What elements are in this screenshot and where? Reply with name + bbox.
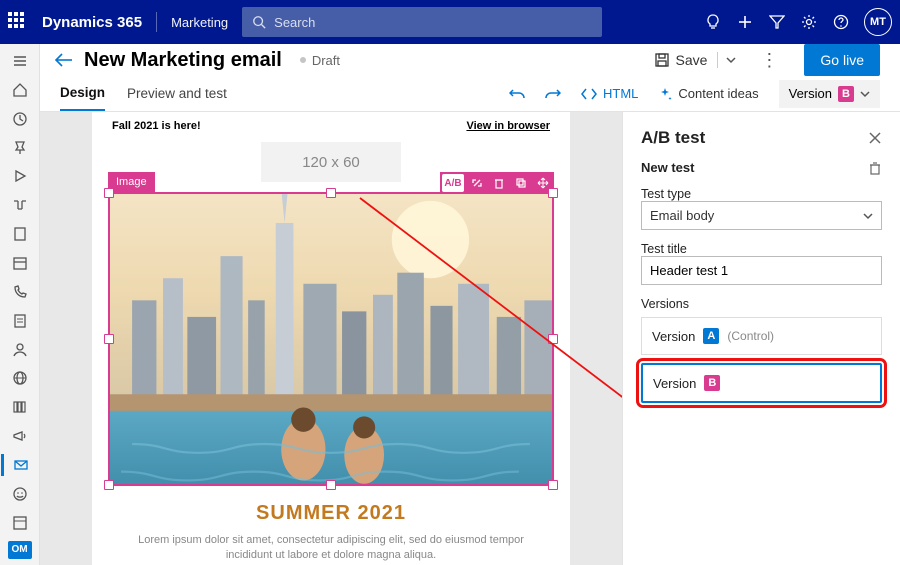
- divider: [156, 12, 157, 32]
- test-type-label: Test type: [641, 187, 882, 201]
- golive-button[interactable]: Go live: [804, 44, 880, 76]
- chevron-down-icon: [860, 89, 870, 99]
- link-icon[interactable]: [466, 172, 488, 194]
- page-icon[interactable]: [1, 223, 39, 245]
- save-label: Save: [676, 52, 708, 68]
- filter-icon[interactable]: [768, 14, 786, 30]
- play-icon[interactable]: [1, 165, 39, 187]
- status-dot-icon: [300, 57, 306, 63]
- nav-rail: OM: [0, 44, 40, 565]
- save-icon: [654, 52, 670, 68]
- chevron-down-icon: [863, 211, 873, 221]
- preheader-text: Fall 2021 is here!: [112, 120, 201, 132]
- clone-icon[interactable]: [510, 172, 532, 194]
- body-text[interactable]: Lorem ipsum dolor sit amet, consectetur …: [108, 525, 554, 565]
- content-ideas-label: Content ideas: [678, 86, 758, 101]
- app-name: Marketing: [171, 15, 228, 30]
- search-input[interactable]: Search: [242, 7, 602, 37]
- redo-button[interactable]: [545, 86, 561, 102]
- test-title-input[interactable]: [641, 256, 882, 285]
- journey-icon[interactable]: [1, 194, 39, 216]
- delete-test-icon[interactable]: [868, 161, 882, 175]
- test-type-select[interactable]: Email body: [641, 201, 882, 230]
- sparkle-icon: [658, 87, 672, 101]
- back-button[interactable]: [54, 52, 74, 68]
- plus-icon[interactable]: [736, 14, 754, 30]
- version-badge: B: [838, 86, 854, 102]
- control-label: (Control): [727, 329, 774, 343]
- html-label: HTML: [603, 86, 638, 101]
- globe-icon[interactable]: [1, 367, 39, 389]
- gear-icon[interactable]: [800, 14, 818, 30]
- search-placeholder: Search: [274, 15, 315, 30]
- hamburger-icon[interactable]: [1, 50, 39, 72]
- version-a-label: Version: [652, 329, 695, 344]
- panel-title: A/B test: [641, 128, 705, 148]
- phone-icon[interactable]: [1, 281, 39, 303]
- test-title-label: Test title: [641, 242, 882, 256]
- block-type-label: Image: [108, 172, 155, 192]
- save-dropdown[interactable]: [717, 52, 744, 68]
- undo-button[interactable]: [509, 86, 525, 102]
- home-icon[interactable]: [1, 79, 39, 101]
- image-block-selected[interactable]: Image A/B: [108, 192, 554, 486]
- close-icon[interactable]: [868, 131, 882, 145]
- template-icon[interactable]: [1, 512, 39, 534]
- version-b-badge: B: [704, 375, 720, 391]
- html-button[interactable]: HTML: [581, 86, 638, 101]
- test-type-value: Email body: [650, 208, 714, 223]
- code-icon: [581, 87, 597, 101]
- emoji-icon[interactable]: [1, 483, 39, 505]
- version-a-row[interactable]: Version A (Control): [641, 317, 882, 355]
- hero-image: [110, 194, 552, 484]
- mail-icon[interactable]: [1, 454, 39, 476]
- pin-icon[interactable]: [1, 137, 39, 159]
- email-canvas[interactable]: Fall 2021 is here! View in browser 120 x…: [92, 112, 570, 565]
- status-label: Draft: [312, 53, 340, 68]
- more-menu[interactable]: ⋮: [750, 46, 788, 75]
- om-badge[interactable]: OM: [8, 541, 32, 559]
- view-in-browser-link[interactable]: View in browser: [466, 120, 550, 132]
- product-logo: Dynamics 365: [42, 14, 142, 31]
- form-icon[interactable]: [1, 310, 39, 332]
- person-icon[interactable]: [1, 339, 39, 361]
- version-b-row[interactable]: Version B: [641, 363, 882, 403]
- search-icon: [252, 15, 266, 29]
- ab-test-chip[interactable]: A/B: [442, 174, 464, 192]
- lightbulb-icon[interactable]: [704, 14, 722, 30]
- tab-preview[interactable]: Preview and test: [127, 77, 227, 110]
- version-a-badge: A: [703, 328, 719, 344]
- logo-placeholder[interactable]: 120 x 60: [261, 142, 401, 182]
- version-label: Version: [789, 86, 832, 101]
- clock-icon[interactable]: [1, 108, 39, 130]
- newtest-label: New test: [641, 160, 694, 175]
- avatar[interactable]: MT: [864, 8, 892, 36]
- page-title: New Marketing email: [84, 49, 282, 72]
- help-icon[interactable]: [832, 14, 850, 30]
- calendar-icon[interactable]: [1, 252, 39, 274]
- delete-icon[interactable]: [488, 172, 510, 194]
- app-launcher-icon[interactable]: [8, 12, 28, 32]
- save-button[interactable]: Save: [650, 48, 712, 72]
- tab-design[interactable]: Design: [60, 76, 105, 111]
- version-b-label: Version: [653, 376, 696, 391]
- megaphone-icon[interactable]: [1, 425, 39, 447]
- headline[interactable]: SUMMER 2021: [108, 502, 554, 525]
- content-ideas-button[interactable]: Content ideas: [658, 86, 758, 101]
- library-icon[interactable]: [1, 396, 39, 418]
- versions-label: Versions: [641, 297, 882, 311]
- version-selector[interactable]: Version B: [779, 80, 880, 108]
- abtest-panel: A/B test New test Test type Email body T…: [622, 112, 900, 565]
